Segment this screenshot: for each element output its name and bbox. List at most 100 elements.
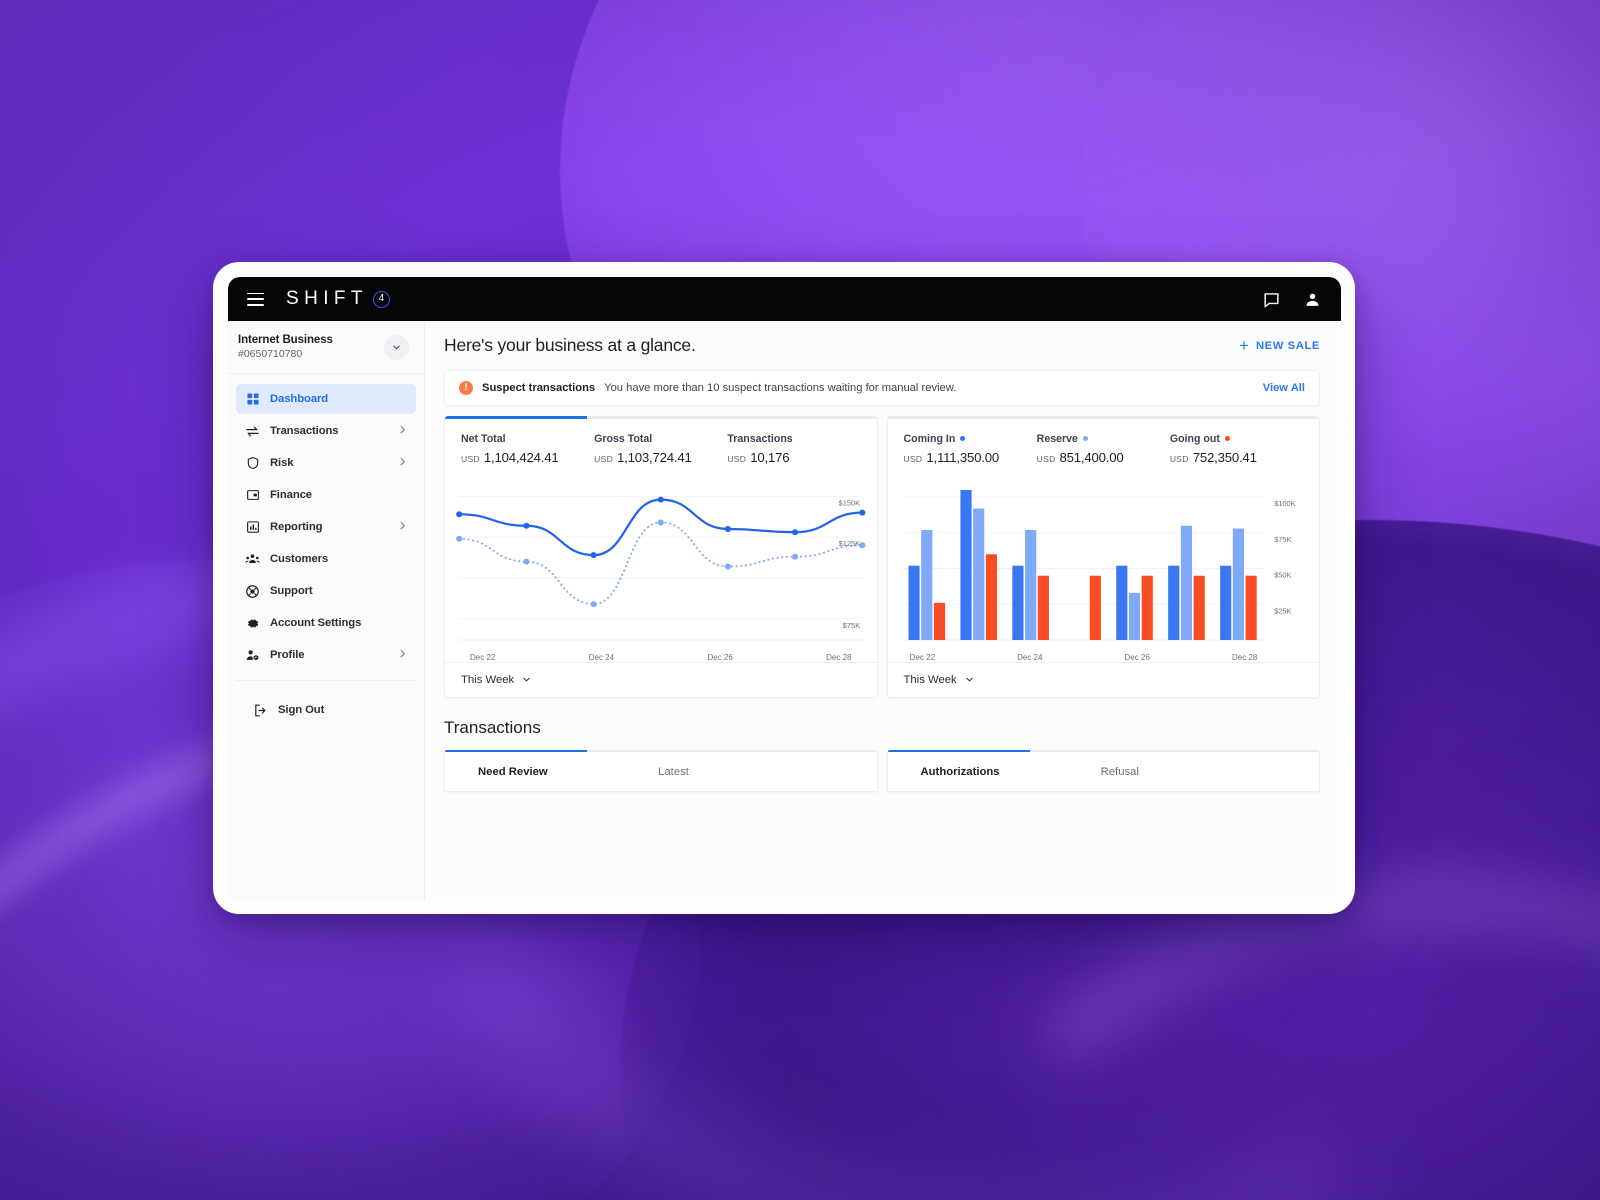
app-screen: SHIFT 4 Internet Business #0650710780 Da… — [228, 277, 1341, 901]
sidebar: Internet Business #0650710780 Dashboard — [228, 321, 425, 901]
net-total-card: Net Total USD 1,104,424.41 Gross Total U… — [444, 416, 878, 698]
metric-label: Gross Total — [594, 432, 653, 445]
chevron-right-icon — [397, 518, 408, 536]
sidebar-item-dashboard[interactable]: Dashboard — [236, 384, 416, 414]
svg-text:$100K: $100K — [1274, 499, 1296, 508]
view-all-link[interactable]: View All — [1263, 382, 1305, 394]
sidebar-item-transactions[interactable]: Transactions — [236, 416, 416, 446]
metric-value: USD 1,104,424.41 — [461, 450, 594, 465]
series-color-dot — [1224, 436, 1230, 441]
sidebar-item-sign-out[interactable]: Sign Out — [244, 695, 408, 725]
chevron-right-icon — [397, 422, 408, 440]
left-tabs-card: Need Review Latest — [444, 749, 878, 792]
chevron-down-icon — [965, 677, 973, 682]
brand-badge: 4 — [372, 290, 390, 308]
metric-value: USD 10,176 — [727, 450, 860, 465]
shield-icon — [245, 456, 260, 471]
metric-label-text: Reserve — [1036, 432, 1078, 445]
svg-text:$150K: $150K — [839, 498, 861, 507]
metric-transactions: Transactions USD 10,176 — [727, 433, 860, 465]
sidebar-item-label: Sign Out — [278, 704, 325, 716]
plus-icon: + — [1239, 336, 1249, 355]
sidebar-item-support[interactable]: Support — [236, 576, 416, 606]
alert-title: Suspect transactions — [482, 382, 596, 394]
right-period-selector[interactable]: This Week — [887, 661, 1319, 697]
amount: 851,400.00 — [1059, 449, 1124, 465]
sidebar-nav: Dashboard Transactions Risk Finance Repo… — [228, 374, 424, 901]
chat-bubble-icon[interactable] — [1262, 290, 1281, 309]
svg-text:$75K: $75K — [843, 620, 861, 629]
svg-text:$50K: $50K — [1274, 570, 1292, 579]
app-top-bar: SHIFT 4 — [228, 277, 1341, 321]
transactions-tabs-row: Need Review Latest Authorizations Refusa… — [444, 749, 1320, 792]
period-label: This Week — [903, 673, 957, 686]
card-progress-indicator — [887, 749, 1319, 752]
sidebar-item-label: Finance — [270, 489, 312, 501]
chevron-down-icon[interactable] — [384, 334, 409, 360]
bar-chart-icon — [245, 520, 260, 535]
person-gear-icon — [245, 648, 260, 663]
sidebar-item-customers[interactable]: Customers — [236, 544, 416, 574]
metric-net-total: Net Total USD 1,104,424.41 — [461, 433, 594, 465]
tab-latest[interactable]: Latest — [652, 752, 689, 791]
metric-label: Reserve — [1037, 433, 1170, 445]
left-period-selector[interactable]: This Week — [445, 661, 877, 697]
metric-value: USD 752,350.41 — [1170, 450, 1303, 465]
card-progress-indicator — [887, 416, 1319, 419]
hamburger-icon[interactable] — [247, 292, 264, 306]
warning-circle-icon: ! — [459, 381, 473, 395]
metric-going-out: Going out USD 752,350.41 — [1170, 433, 1303, 465]
app-body: Internet Business #0650710780 Dashboard — [228, 321, 1341, 901]
sidebar-item-label: Reporting — [270, 521, 323, 533]
summary-cards: Net Total USD 1,104,424.41 Gross Total U… — [444, 416, 1320, 698]
amount: 1,111,350.00 — [926, 449, 1000, 465]
gear-icon — [245, 616, 260, 631]
bar-chart: $100K $75K $50K $25K — [888, 474, 1320, 656]
main-content: Here's your business at a glance. + NEW … — [425, 321, 1341, 901]
chevron-down-icon — [523, 677, 530, 682]
sidebar-item-label: Transactions — [270, 425, 339, 437]
metric-reserve: Reserve USD 851,400.00 — [1037, 433, 1170, 465]
sidebar-item-account-settings[interactable]: Account Settings — [236, 608, 416, 638]
sidebar-item-label: Support — [270, 585, 313, 597]
metric-label: Transactions — [727, 432, 793, 445]
new-sale-button[interactable]: + NEW SALE — [1239, 337, 1320, 354]
sidebar-signout-group: Sign Out — [236, 681, 416, 725]
metric-label-text: Going out — [1169, 432, 1220, 445]
sidebar-item-reporting[interactable]: Reporting — [236, 512, 416, 542]
user-account-icon[interactable] — [1303, 290, 1322, 309]
device-frame: SHIFT 4 Internet Business #0650710780 Da… — [213, 262, 1355, 914]
tab-refusal[interactable]: Refusal — [1095, 752, 1139, 791]
amount: 1,103,724.41 — [617, 449, 692, 465]
sidebar-item-label: Profile — [270, 649, 305, 661]
wallet-icon — [245, 488, 260, 503]
tab-need-review[interactable]: Need Review — [445, 752, 652, 791]
sidebar-item-risk[interactable]: Risk — [236, 448, 416, 478]
currency-code: USD — [461, 453, 480, 464]
currency-code: USD — [903, 453, 923, 464]
metric-gross-total: Gross Total USD 1,103,724.41 — [594, 433, 727, 465]
cash-flow-metrics: Coming In USD 1,111,350.00 Reserve USD 8… — [888, 419, 1320, 474]
sidebar-item-finance[interactable]: Finance — [236, 480, 416, 510]
metric-value: USD 1,111,350.00 — [904, 450, 1037, 465]
right-tabs-card: Authorizations Refusal — [886, 749, 1320, 792]
alert-message: You have more than 10 suspect transactio… — [604, 382, 957, 394]
tab-authorizations[interactable]: Authorizations — [888, 752, 1095, 791]
amount: 10,176 — [750, 449, 790, 465]
left-tabs: Need Review Latest — [445, 752, 877, 791]
main-header: Here's your business at a glance. + NEW … — [444, 335, 1320, 356]
people-group-icon — [245, 552, 260, 567]
series-color-dot — [1082, 436, 1088, 441]
business-selector[interactable]: Internet Business #0650710780 — [228, 321, 424, 374]
svg-text:$25K: $25K — [1274, 606, 1292, 615]
sidebar-item-profile[interactable]: Profile — [236, 640, 416, 670]
currency-code: USD — [1036, 453, 1056, 464]
svg-text:$75K: $75K — [1274, 534, 1292, 543]
metric-value: USD 851,400.00 — [1037, 450, 1170, 465]
sidebar-item-label: Account Settings — [270, 617, 362, 629]
card-progress-indicator — [445, 749, 877, 752]
top-bar-actions — [1262, 290, 1322, 309]
metric-coming-in: Coming In USD 1,111,350.00 — [904, 433, 1037, 465]
metric-label: Going out — [1170, 433, 1303, 445]
net-total-metrics: Net Total USD 1,104,424.41 Gross Total U… — [445, 419, 877, 474]
